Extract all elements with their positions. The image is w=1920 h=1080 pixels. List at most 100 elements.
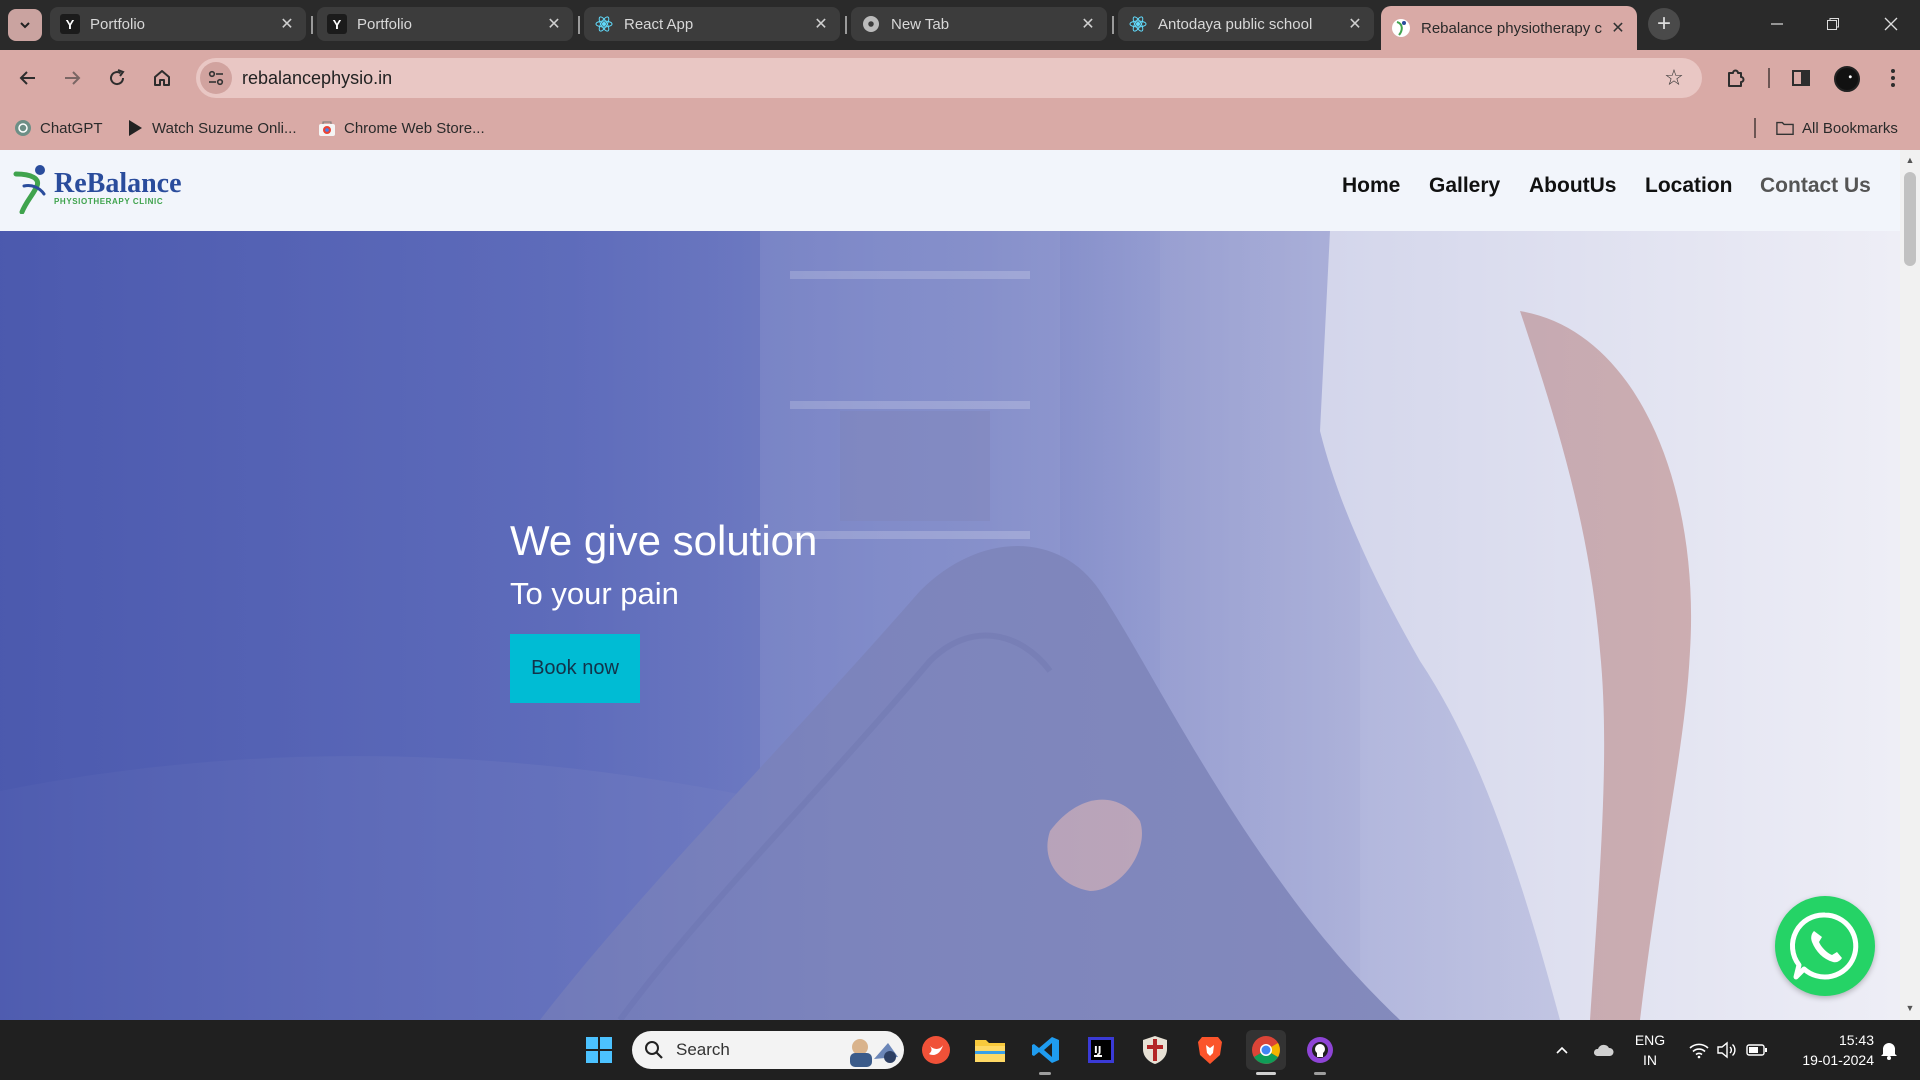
tab-title: Antodaya public school	[1158, 15, 1313, 33]
logo-tagline: PHYSIOTHERAPY CLINIC	[54, 196, 164, 206]
hero-subtitle: To your pain	[510, 576, 679, 611]
close-icon[interactable]: ✕	[545, 14, 563, 34]
back-button[interactable]	[10, 60, 46, 96]
bookmark-star-icon[interactable]: ☆	[1656, 65, 1692, 91]
forward-button[interactable]	[54, 60, 90, 96]
bookmarks-bar: ChatGPT Watch Suzume Onli... Chrome Web …	[0, 106, 1920, 150]
reload-icon	[110, 69, 125, 86]
tab-antodaya[interactable]: Antodaya public school ✕	[1118, 7, 1374, 41]
profile-avatar[interactable]	[1834, 66, 1860, 92]
windows-icon	[586, 1037, 612, 1063]
chrome-icon	[1252, 1036, 1280, 1064]
taskbar-app-vscode[interactable]	[1026, 1030, 1066, 1070]
home-button[interactable]	[144, 60, 180, 96]
folder-icon	[1776, 119, 1794, 137]
nav-contact-us[interactable]: Contact Us	[1760, 174, 1871, 198]
wifi-icon	[1689, 1043, 1709, 1059]
taskbar-app-swift[interactable]	[916, 1030, 956, 1070]
close-window-button[interactable]	[1868, 9, 1914, 39]
page-scrollbar[interactable]: ▲ ▼	[1900, 150, 1920, 1020]
bookmark-chrome-web-store[interactable]: Chrome Web Store...	[318, 116, 485, 140]
nav-home[interactable]: Home	[1342, 174, 1400, 198]
site-navbar: ReBalance PHYSIOTHERAPY CLINIC Home Gall…	[0, 150, 1900, 231]
notifications-button[interactable]	[1874, 1020, 1904, 1080]
chrome-icon	[861, 14, 881, 34]
reload-button[interactable]	[99, 60, 135, 96]
show-hidden-icons-button[interactable]	[1548, 1020, 1576, 1080]
extensions-button[interactable]	[1718, 60, 1754, 96]
react-icon	[1128, 14, 1148, 34]
bookmark-suzume[interactable]: Watch Suzume Onli...	[126, 116, 297, 140]
wifi-button[interactable]	[1684, 1020, 1714, 1080]
site-info-icon[interactable]	[200, 62, 232, 94]
bell-icon	[1881, 1043, 1897, 1060]
bookmark-chatgpt[interactable]: ChatGPT	[14, 116, 103, 140]
new-tab-button[interactable]: +	[1648, 8, 1680, 40]
taskbar-app-file-explorer[interactable]	[970, 1030, 1010, 1070]
taskbar-app-intellij[interactable]: IJ	[1081, 1030, 1121, 1070]
bookmarks-divider	[1754, 118, 1756, 138]
taskbar-search[interactable]: Search	[632, 1031, 904, 1069]
volume-button[interactable]	[1713, 1020, 1741, 1080]
taskbar-app-brave[interactable]	[1190, 1030, 1230, 1070]
chevron-up-icon	[1556, 1046, 1568, 1054]
tab-title: Portfolio	[90, 15, 146, 33]
site-logo[interactable]: ReBalance PHYSIOTHERAPY CLINIC	[12, 162, 182, 214]
tab-separator	[845, 16, 847, 34]
nav-gallery[interactable]: Gallery	[1429, 174, 1500, 198]
react-icon	[594, 14, 614, 34]
bookmark-label: Chrome Web Store...	[344, 119, 485, 137]
taskbar-app-shield[interactable]	[1135, 1030, 1175, 1070]
system-clock[interactable]: 15:43 19-01-2024	[1778, 1030, 1874, 1070]
tab-title: React App	[624, 15, 694, 33]
tab-favicon: Y	[60, 14, 80, 34]
address-bar[interactable]: rebalancephysio.in ☆	[196, 58, 1702, 98]
tab-rebalance-active[interactable]: Rebalance physiotherapy c ✕	[1381, 6, 1637, 50]
chatgpt-icon	[14, 119, 32, 137]
tab-portfolio-2[interactable]: Y Portfolio ✕	[317, 7, 573, 41]
all-bookmarks-button[interactable]: All Bookmarks	[1776, 116, 1898, 140]
scroll-down-icon[interactable]: ▼	[1900, 1003, 1920, 1013]
nav-about-us[interactable]: AboutUs	[1529, 174, 1617, 198]
tab-react-app[interactable]: React App ✕	[584, 7, 840, 41]
battery-icon	[1746, 1044, 1767, 1056]
intellij-icon: IJ	[1088, 1037, 1114, 1063]
scrollbar-thumb[interactable]	[1904, 172, 1916, 266]
close-icon[interactable]: ✕	[278, 14, 296, 34]
arrow-left-icon	[19, 71, 35, 85]
side-panel-icon	[1792, 70, 1810, 86]
battery-button[interactable]	[1743, 1020, 1771, 1080]
taskbar-app-github-desktop[interactable]	[1300, 1030, 1340, 1070]
home-icon	[154, 70, 170, 86]
taskbar-app-chrome[interactable]	[1246, 1030, 1286, 1070]
close-icon[interactable]: ✕	[812, 14, 830, 34]
search-highlight-icon	[850, 1039, 898, 1067]
whatsapp-button[interactable]	[1775, 896, 1875, 996]
nav-location[interactable]: Location	[1645, 174, 1733, 198]
swift-icon	[922, 1036, 950, 1064]
language-indicator[interactable]: ENG IN	[1630, 1030, 1670, 1070]
onedrive-button[interactable]	[1588, 1020, 1618, 1080]
close-icon[interactable]: ✕	[1346, 14, 1364, 34]
vscode-icon	[1032, 1037, 1059, 1063]
close-icon[interactable]: ✕	[1609, 18, 1627, 38]
hero-background-image	[0, 231, 1900, 1020]
minimize-button[interactable]	[1754, 9, 1800, 39]
url-text[interactable]: rebalancephysio.in	[242, 68, 1656, 89]
logo-name: ReBalance	[54, 167, 182, 199]
close-icon	[1884, 17, 1898, 31]
shield-icon	[1143, 1036, 1167, 1064]
side-panel-button[interactable]	[1783, 60, 1819, 96]
book-now-button[interactable]: Book now	[510, 634, 640, 703]
restore-button[interactable]	[1810, 9, 1856, 39]
tab-strip: Y Portfolio ✕ Y Portfolio ✕ React App ✕ …	[0, 0, 1920, 50]
start-button[interactable]	[579, 1030, 619, 1070]
tab-portfolio-1[interactable]: Y Portfolio ✕	[50, 7, 306, 41]
tab-favicon: Y	[327, 14, 347, 34]
tab-new-tab[interactable]: New Tab ✕	[851, 7, 1107, 41]
menu-button[interactable]	[1875, 60, 1911, 96]
close-icon[interactable]: ✕	[1079, 14, 1097, 34]
tab-search-button[interactable]	[8, 9, 42, 41]
scroll-up-icon[interactable]: ▲	[1900, 155, 1920, 165]
tab-separator	[578, 16, 580, 34]
